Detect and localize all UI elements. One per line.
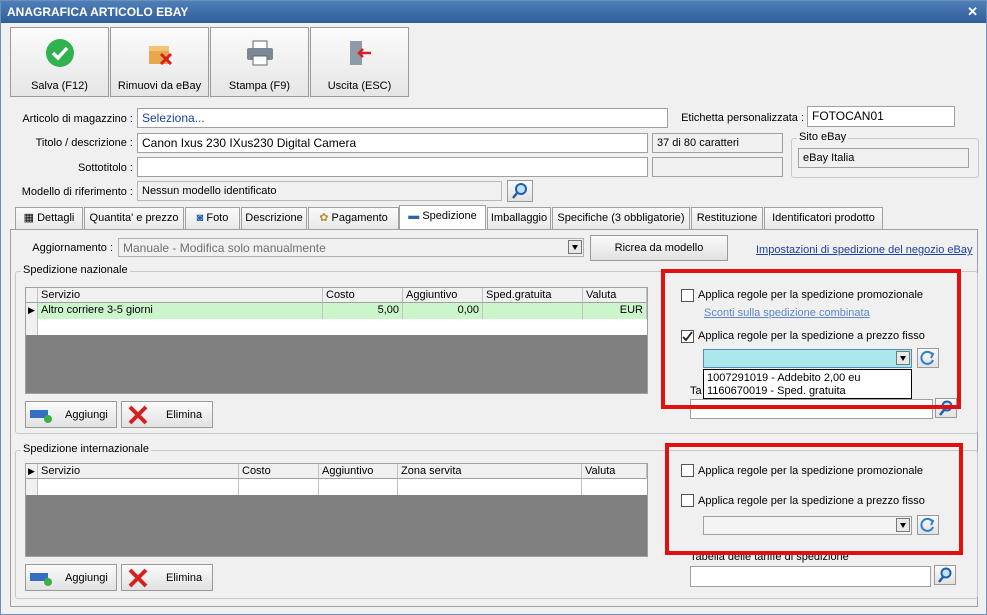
tab-spedizione[interactable]: ▬ Spedizione — [399, 205, 486, 230]
modello-field: Nessun modello identificato — [137, 181, 502, 201]
box-remove-icon — [148, 46, 172, 66]
highlight-box — [661, 269, 961, 409]
print-label: Stampa (F9) — [228, 80, 291, 92]
table-row-new[interactable] — [26, 479, 647, 495]
col-valuta: Valuta — [582, 464, 647, 479]
table-row-new[interactable] — [26, 319, 647, 335]
col-aggiuntivo: Aggiuntivo — [319, 464, 398, 479]
col-costo: Costo — [239, 464, 319, 479]
exit-button[interactable]: Uscita (ESC) — [310, 27, 409, 97]
nazionale-add-button[interactable]: Aggiungi — [25, 401, 117, 428]
truck-icon: ▬ — [408, 210, 423, 222]
check-icon — [45, 39, 74, 67]
sito-label: Sito eBay — [797, 131, 849, 143]
remove-label: Rimuovi da eBay — [117, 80, 202, 92]
table-icon: ▦ — [23, 212, 38, 224]
search-icon — [938, 567, 952, 583]
tab-quantita[interactable]: Quantita' e prezzo — [84, 207, 184, 229]
etichetta-label: Etichetta personalizzata : — [681, 112, 804, 124]
col-servizio: Servizio — [38, 288, 323, 303]
tab-identificatori[interactable]: Identificatori prodotto — [764, 207, 883, 229]
titolo-label: Titolo / descrizione : — [35, 137, 133, 149]
internazionale-tabella-search-button[interactable] — [934, 565, 956, 585]
articolo-input[interactable]: Seleziona... — [137, 108, 668, 128]
internazionale-title: Spedizione internazionale — [21, 443, 151, 455]
tab-pagamento[interactable]: ✿ Pagamento — [308, 207, 399, 229]
row-pointer-icon: ▶ — [26, 464, 38, 479]
main-window: ANAGRAFICA ARTICOLO EBAY ✕ Salva (F12) Ri… — [0, 0, 987, 615]
titolo-input[interactable]: Canon Ixus 230 IXus230 Digital Camera — [137, 133, 648, 153]
tab-restituzione[interactable]: Restituzione — [691, 207, 763, 229]
delete-x-icon — [128, 568, 148, 588]
truck-add-icon — [30, 410, 52, 423]
aggiornamento-label: Aggiornamento : — [32, 242, 113, 254]
delete-x-icon — [128, 405, 148, 425]
col-aggiuntivo: Aggiuntivo — [403, 288, 483, 303]
col-gratuita: Sped.gratuita — [483, 288, 583, 303]
highlight-box — [665, 443, 963, 555]
window-title: ANAGRAFICA ARTICOLO EBAY — [7, 5, 189, 19]
remove-ebay-button[interactable]: Rimuovi da eBay — [110, 27, 209, 97]
search-icon — [512, 183, 527, 199]
sottotitolo-input[interactable] — [137, 157, 648, 177]
articolo-label: Articolo di magazzino : — [22, 113, 133, 125]
tab-imballaggio[interactable]: Imballaggio — [487, 207, 551, 229]
sottotitolo-counter — [652, 157, 783, 177]
close-icon[interactable]: ✕ — [967, 1, 978, 23]
modello-search-button[interactable] — [507, 180, 533, 202]
internazionale-add-button[interactable]: Aggiungi — [25, 564, 117, 591]
internazionale-delete-button[interactable]: Elimina — [121, 564, 213, 591]
nazionale-title: Spedizione nazionale — [21, 264, 130, 276]
chevron-down-icon[interactable] — [568, 240, 582, 254]
table-row[interactable]: ▶ Altro corriere 3-5 giorni 5,00 0,00 EU… — [26, 303, 647, 319]
nazionale-delete-button[interactable]: Elimina — [121, 401, 213, 428]
nazionale-grid[interactable]: Servizio Costo Aggiuntivo Sped.gratuita … — [25, 287, 648, 394]
row-pointer-icon: ▶ — [26, 303, 38, 319]
etichetta-input[interactable]: FOTOCAN01 — [807, 106, 955, 127]
tab-descrizione[interactable]: Descrizione — [241, 207, 307, 229]
exit-label: Uscita (ESC) — [327, 80, 392, 92]
col-servizio: Servizio — [38, 464, 239, 479]
camera-icon: ◙ — [196, 212, 207, 224]
tab-dettagli[interactable]: ▦ Dettagli — [15, 207, 83, 229]
negozio-link[interactable]: Impostazioni di spedizione del negozio e… — [756, 244, 972, 256]
title-bar: ANAGRAFICA ARTICOLO EBAY ✕ — [1, 1, 986, 23]
sottotitolo-label: Sottotitolo : — [77, 162, 133, 174]
print-button[interactable]: Stampa (F9) — [210, 27, 309, 97]
ricrea-button[interactable]: Ricrea da modello — [590, 235, 728, 261]
tab-specifiche[interactable]: Specifiche (3 obbligatorie) — [552, 207, 690, 229]
modello-label: Modello di riferimento : — [21, 186, 133, 198]
money-icon: ✿ — [319, 212, 332, 224]
titolo-counter: 37 di 80 caratteri — [652, 133, 783, 153]
exit-door-icon — [349, 41, 371, 65]
save-label: Salva (F12) — [31, 80, 88, 92]
internazionale-tabella-input[interactable] — [690, 566, 931, 587]
internazionale-grid[interactable]: ▶ Servizio Costo Aggiuntivo Zona servita… — [25, 463, 648, 557]
col-valuta: Valuta — [583, 288, 647, 303]
col-zona: Zona servita — [398, 464, 582, 479]
save-button[interactable]: Salva (F12) — [10, 27, 109, 97]
printer-icon — [246, 40, 273, 66]
aggiornamento-select[interactable]: Manuale - Modifica solo manualmente — [118, 238, 584, 257]
col-costo: Costo — [323, 288, 403, 303]
truck-add-icon — [30, 573, 52, 586]
tab-foto[interactable]: ◙ Foto — [185, 207, 240, 229]
sito-field: eBay Italia — [798, 148, 969, 168]
